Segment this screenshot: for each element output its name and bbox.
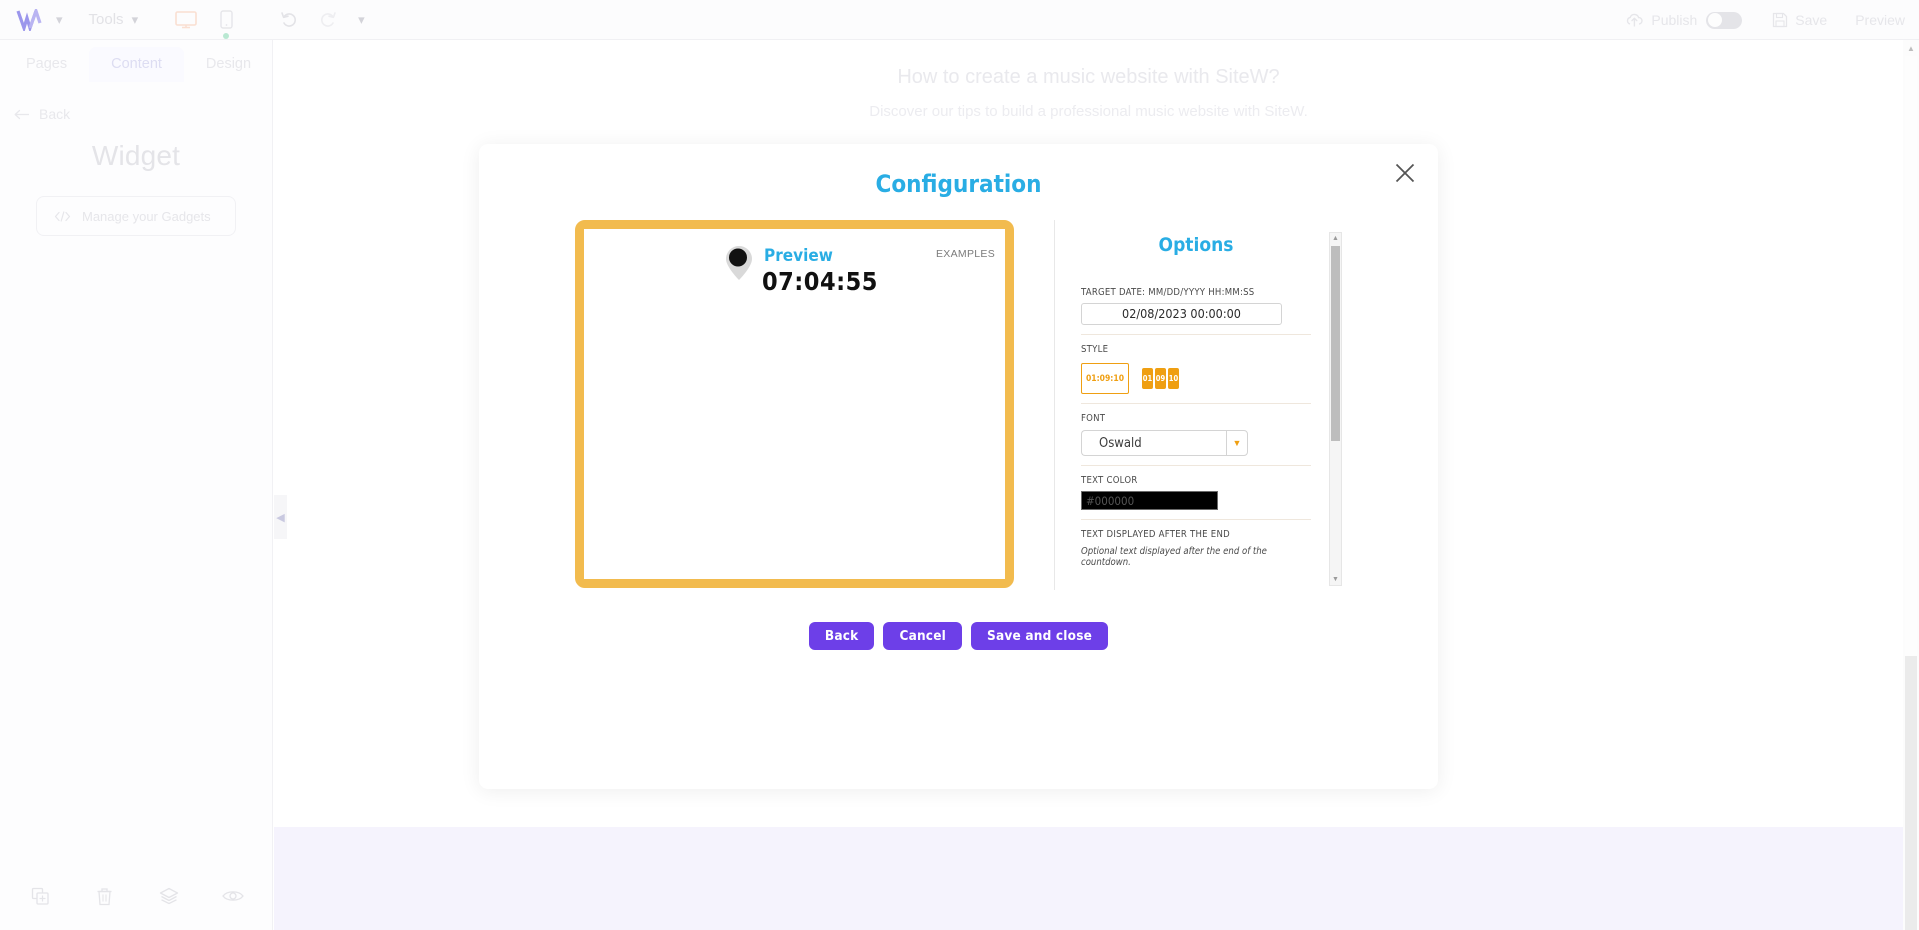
flip-cell-minutes: 09 bbox=[1155, 368, 1166, 389]
undo-icon[interactable] bbox=[274, 6, 304, 34]
manage-gadgets-button[interactable]: Manage your Gadgets bbox=[36, 196, 236, 236]
options-title: Options bbox=[1158, 234, 1234, 256]
page-header-block: How to create a music website with SiteW… bbox=[274, 40, 1903, 120]
mobile-status-dot bbox=[223, 32, 230, 39]
target-date-input[interactable]: 02/08/2023 00:00:00 bbox=[1081, 303, 1282, 325]
cancel-button[interactable]: Cancel bbox=[883, 622, 963, 650]
close-icon[interactable] bbox=[1388, 156, 1422, 190]
options-scroll-down-arrow-icon[interactable]: ▼ bbox=[1330, 574, 1341, 585]
sidebar-back-label: Back bbox=[39, 106, 71, 122]
scroll-up-arrow-icon[interactable]: ▲ bbox=[1903, 40, 1919, 56]
undo-redo-group: ▾ bbox=[274, 6, 373, 34]
after-end-section: TEXT DISPLAYED AFTER THE END Optional te… bbox=[1081, 520, 1311, 577]
desktop-view-icon[interactable] bbox=[170, 5, 202, 35]
target-date-section: TARGET DATE: MM/DD/YYYY HH:MM:SS 02/08/2… bbox=[1081, 278, 1311, 335]
font-section: FONT Oswald ▼ bbox=[1081, 404, 1311, 466]
back-button[interactable]: Back bbox=[808, 622, 875, 650]
modal-title: Configuration bbox=[875, 170, 1042, 198]
left-sidebar: Pages Content Design Back Widget Manage … bbox=[0, 40, 273, 930]
tools-chevron-down-icon[interactable]: ▾ bbox=[132, 13, 139, 26]
toolbar-left-group: ▾ Tools ▾ ▾ bbox=[0, 0, 373, 40]
style-label: STYLE bbox=[1081, 344, 1109, 355]
sidebar-collapse-handle[interactable]: ◀ bbox=[274, 495, 287, 539]
configuration-modal: Configuration Preview EXAMPLES 07:04:55 bbox=[479, 144, 1438, 789]
app-root: ▾ Tools ▾ ▾ Publish Save Preview Pages C… bbox=[0, 0, 1919, 930]
page-footer-band bbox=[274, 827, 1903, 930]
text-color-input[interactable]: #000000 bbox=[1081, 491, 1218, 510]
widget-preview-frame: Preview EXAMPLES 07:04:55 bbox=[575, 220, 1014, 588]
modal-body: Preview EXAMPLES 07:04:55 Options TARGET… bbox=[479, 220, 1438, 590]
tools-menu-label[interactable]: Tools bbox=[89, 11, 124, 28]
page-subtitle: Discover our tips to build a professiona… bbox=[869, 103, 1308, 120]
page-title: How to create a music website with SiteW… bbox=[897, 66, 1280, 88]
save-button[interactable]: Save bbox=[1772, 12, 1827, 28]
scrollbar-thumb[interactable] bbox=[1905, 56, 1917, 656]
options-vertical-scrollbar[interactable]: ▲ ▼ bbox=[1329, 232, 1342, 586]
map-pin-cursor-icon bbox=[723, 243, 755, 283]
publish-cloud-icon bbox=[1625, 12, 1644, 28]
modal-action-buttons: Back Cancel Save and close bbox=[479, 622, 1438, 650]
arrow-left-icon bbox=[14, 109, 30, 120]
tab-content[interactable]: Content bbox=[89, 46, 184, 82]
flip-cell-seconds: 10 bbox=[1168, 368, 1179, 389]
sidebar-back-button[interactable]: Back bbox=[0, 106, 272, 122]
tab-pages[interactable]: Pages bbox=[4, 47, 89, 83]
sidebar-bottom-toolbar bbox=[0, 882, 273, 910]
sitew-logo-icon[interactable] bbox=[14, 7, 48, 33]
sidebar-section-title: Widget bbox=[91, 140, 181, 171]
save-and-close-button[interactable]: Save and close bbox=[971, 622, 1109, 650]
preview-button[interactable]: Preview bbox=[1855, 12, 1905, 28]
font-label: FONT bbox=[1081, 413, 1106, 424]
style-option-plain[interactable]: 01:09:10 bbox=[1081, 363, 1129, 394]
redo-icon[interactable] bbox=[312, 6, 342, 34]
publish-button[interactable]: Publish bbox=[1625, 11, 1743, 29]
history-chevron-down-icon[interactable]: ▾ bbox=[358, 13, 365, 26]
flip-cell-hours: 01 bbox=[1142, 368, 1153, 389]
chevron-down-icon[interactable]: ▼ bbox=[1226, 430, 1248, 456]
page-vertical-scrollbar[interactable]: ▲ bbox=[1903, 40, 1919, 930]
duplicate-icon[interactable] bbox=[26, 882, 54, 910]
logo-chevron-down-icon[interactable]: ▾ bbox=[56, 13, 63, 26]
mobile-view-icon[interactable] bbox=[210, 5, 242, 39]
options-scroll-content: Options TARGET DATE: MM/DD/YYYY HH:MM:SS… bbox=[1055, 220, 1329, 590]
publish-label: Publish bbox=[1651, 12, 1698, 28]
delete-trash-icon[interactable] bbox=[90, 882, 118, 910]
style-section: STYLE 01:09:10 01 09 10 bbox=[1081, 335, 1311, 404]
after-end-label: TEXT DISPLAYED AFTER THE END bbox=[1081, 529, 1230, 540]
style-option-flip[interactable]: 01 09 10 bbox=[1142, 368, 1179, 389]
scrollbar-track[interactable] bbox=[1905, 656, 1917, 930]
options-scroll-up-arrow-icon[interactable]: ▲ bbox=[1330, 233, 1341, 244]
publish-toggle[interactable] bbox=[1706, 11, 1743, 29]
after-end-hint: Optional text displayed after the end of… bbox=[1081, 546, 1267, 568]
sidebar-tabs: Pages Content Design bbox=[0, 40, 272, 82]
text-color-section: TEXT COLOR #000000 bbox=[1081, 466, 1311, 520]
save-label: Save bbox=[1795, 12, 1828, 28]
target-date-label: TARGET DATE: MM/DD/YYYY HH:MM:SS bbox=[1081, 287, 1255, 298]
toolbar-right-group: Publish Save Preview bbox=[1625, 0, 1905, 40]
text-color-label: TEXT COLOR bbox=[1081, 475, 1138, 486]
visibility-eye-icon[interactable] bbox=[219, 882, 247, 910]
save-floppy-icon bbox=[1772, 12, 1788, 28]
top-toolbar: ▾ Tools ▾ ▾ Publish Save Preview bbox=[0, 0, 1919, 40]
options-panel: Options TARGET DATE: MM/DD/YYYY HH:MM:SS… bbox=[1054, 220, 1342, 590]
countdown-preview-value: 07:04:55 bbox=[762, 267, 878, 296]
options-scrollbar-thumb[interactable] bbox=[1331, 246, 1340, 441]
tab-design[interactable]: Design bbox=[184, 47, 273, 83]
font-select-value[interactable]: Oswald bbox=[1081, 430, 1226, 456]
font-select-row: Oswald ▼ bbox=[1081, 430, 1311, 456]
examples-link[interactable]: EXAMPLES bbox=[936, 248, 995, 260]
preview-heading: Preview bbox=[764, 246, 833, 266]
manage-gadgets-label: Manage your Gadgets bbox=[82, 208, 211, 224]
style-options-row: 01:09:10 01 09 10 bbox=[1081, 363, 1311, 394]
layers-icon[interactable] bbox=[155, 882, 183, 910]
code-brackets-icon bbox=[54, 210, 71, 222]
widget-preview-canvas[interactable]: Preview EXAMPLES 07:04:55 bbox=[584, 229, 1005, 579]
